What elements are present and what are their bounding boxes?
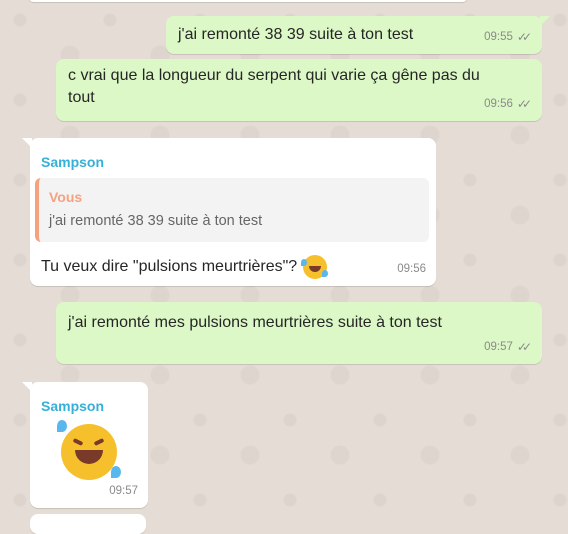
double-check-icon: ✓✓ [516,97,532,111]
message-text: j'ai remonté 38 39 suite à ton test [178,26,414,43]
sender-name: Sampson [41,398,105,414]
message-incoming[interactable]: Sampson Vous j'ai remonté 38 39 suite à … [22,138,436,286]
message-text: j'ai remonté mes pulsions meurtrières su… [68,314,442,331]
message-time: 09:55 [484,31,513,43]
message-incoming[interactable]: Sampson 09:57 [22,382,148,508]
message-text: Tu veux dire "pulsions meurtrières"? [41,258,298,275]
message-outgoing[interactable]: j'ai remonté 38 39 suite à ton test 09:5… [166,16,550,54]
message-meta: 09:57 ✓✓ [484,336,532,358]
double-check-icon: ✓✓ [516,340,532,354]
message-meta: 09:55 ✓✓ [484,26,532,48]
quoted-message[interactable]: Vous j'ai remonté 38 39 suite à ton test [35,178,429,242]
message-outgoing[interactable]: c vrai que la longueur du serpent qui va… [56,59,542,121]
double-check-icon: ✓✓ [516,30,532,44]
message-time: 09:57 [109,485,138,497]
partial-message-bottom[interactable] [30,514,146,534]
sender-name: Sampson [41,154,105,170]
message-time: 09:56 [484,98,513,110]
partial-message-top[interactable] [28,0,468,2]
quote-text: j'ai remonté 38 39 suite à ton test [49,213,263,229]
message-meta: 09:56 ✓✓ [484,93,532,115]
message-meta: 09:56 [397,258,426,280]
rolling-laughing-emoji-icon [57,420,121,480]
quote-sender: Vous [49,189,83,205]
message-meta: 09:57 [109,480,138,502]
rolling-laughing-emoji-icon [301,255,329,279]
message-outgoing[interactable]: j'ai remonté mes pulsions meurtrières su… [56,302,542,364]
message-time: 09:57 [484,341,513,353]
message-time: 09:56 [397,263,426,275]
message-text: c vrai que la longueur du serpent qui va… [68,67,480,106]
